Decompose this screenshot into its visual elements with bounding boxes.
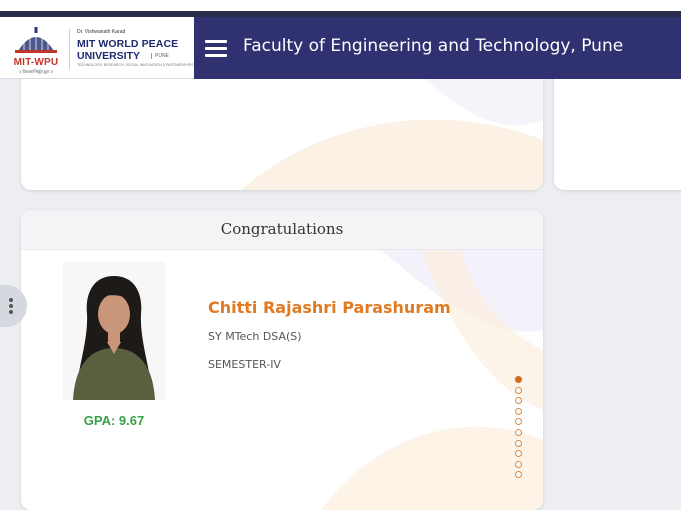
carousel-dot[interactable] [515, 418, 522, 426]
carousel-dot[interactable] [515, 428, 522, 436]
logo-divider [69, 29, 70, 69]
student-name: Chitti Rajashri Parashuram [208, 298, 451, 317]
top-strip [0, 0, 681, 17]
hamburger-line [205, 40, 227, 43]
logo-city: PUNE [151, 53, 169, 59]
hamburger-menu-icon[interactable] [205, 39, 229, 57]
carousel-dot[interactable] [515, 386, 522, 394]
logo-subtitle: TECHNOLOGY, RESEARCH, SOCIAL INNOVATION … [77, 63, 194, 67]
previous-card [21, 60, 543, 190]
hamburger-line [205, 54, 227, 57]
card-decoration [241, 60, 543, 190]
hamburger-line [205, 47, 227, 50]
carousel-indicators [515, 376, 525, 482]
logo-name-line1: MIT WORLD PEACE [77, 38, 179, 50]
carousel-dot[interactable] [515, 450, 522, 458]
logo-name-line2: UNIVERSITY [77, 50, 141, 62]
logo-wordmark: MIT-WPU [13, 57, 59, 68]
student-semester: SEMESTER-IV [208, 358, 281, 371]
carousel-dot[interactable] [515, 407, 522, 415]
carousel-dot[interactable] [515, 397, 522, 405]
carousel-dot[interactable] [515, 471, 522, 479]
more-vertical-icon [9, 298, 13, 316]
carousel-dot[interactable] [515, 460, 522, 468]
university-logo[interactable]: MIT-WPU ॥ विश्वशान्तिर्ध्रुवं ध्रुवा ॥ D… [0, 17, 194, 79]
app-header: MIT-WPU ॥ विश्वशान्तिर्ध्रुवं ध्रुवा ॥ D… [0, 17, 681, 79]
page-title: Faculty of Engineering and Technology, P… [243, 36, 624, 56]
side-card [554, 60, 681, 190]
card-header: Congratulations [21, 210, 543, 250]
congratulations-card: Congratulations GPA: 9.67 Chitti Rajashr… [21, 210, 543, 510]
student-photo [63, 262, 165, 400]
logo-founder-line: Dr. Vishwanath Karad [77, 29, 126, 35]
gpa-label: GPA: 9.67 [83, 413, 145, 428]
logo-tagline: ॥ विश्वशान्तिर्ध्रुवं ध्रुवा ॥ [18, 69, 54, 74]
dome-logo-icon [15, 27, 57, 53]
card-title: Congratulations [220, 220, 344, 238]
carousel-dot[interactable] [515, 439, 522, 447]
student-avatar-icon [63, 262, 165, 400]
student-program: SY MTech DSA(S) [208, 330, 302, 343]
carousel-dot[interactable] [515, 376, 522, 383]
